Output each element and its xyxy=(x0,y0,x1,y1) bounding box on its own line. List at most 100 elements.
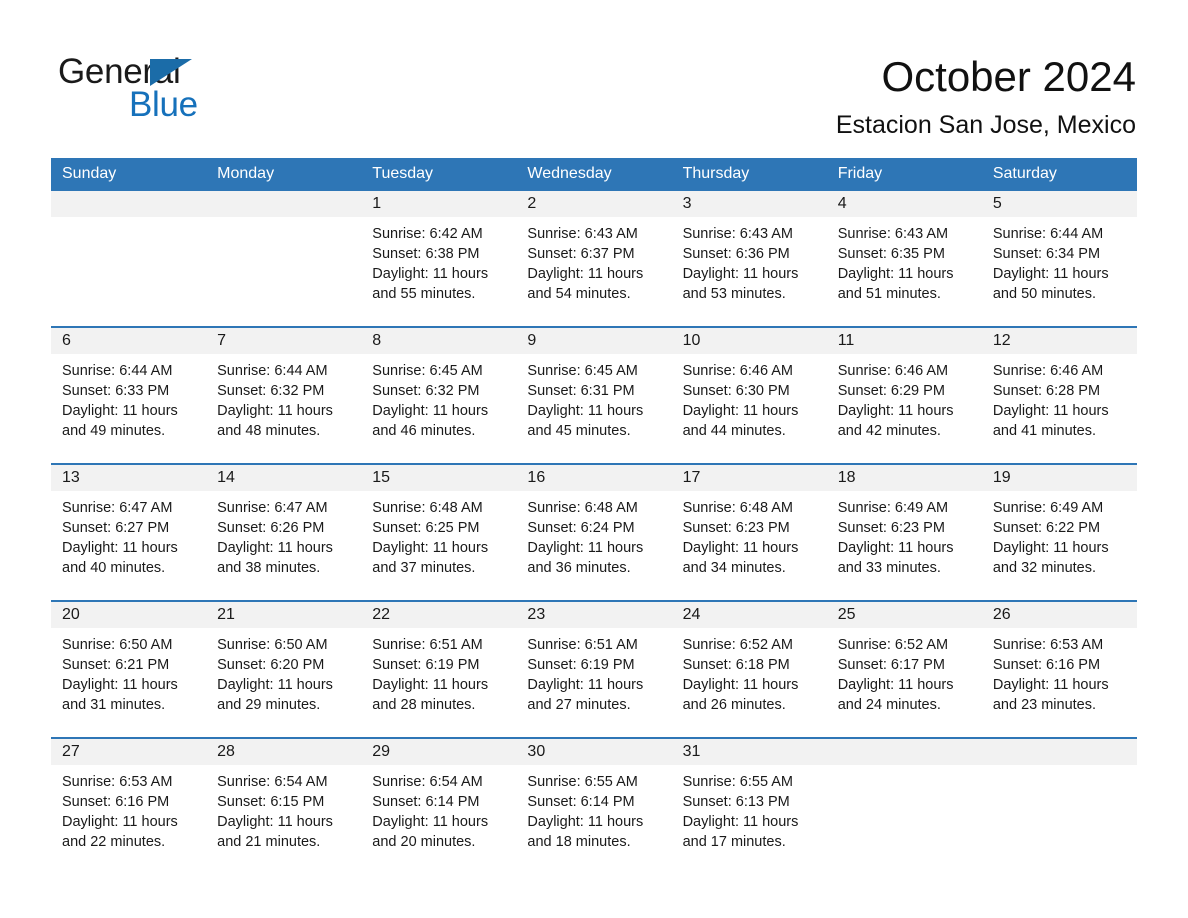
day-details: Sunrise: 6:45 AM Sunset: 6:32 PM Daylight:… xyxy=(361,354,516,441)
sunset-text: Sunset: 6:21 PM xyxy=(62,657,170,673)
calendar-week-row: 20 Sunrise: 6:50 AM Sunset: 6:21 PM Dayligh… xyxy=(51,600,1137,738)
day-details: Sunrise: 6:43 AM Sunset: 6:35 PM Daylight:… xyxy=(827,217,982,304)
calendar-day-cell[interactable]: 23 Sunrise: 6:51 AM Sunset: 6:19 PM Dayligh… xyxy=(516,600,672,738)
daylight-text: Daylight: 11 hours and 46 minutes. xyxy=(372,403,489,439)
sunrise-text: Sunrise: 6:51 AM xyxy=(372,637,483,653)
sunrise-text: Sunrise: 6:43 AM xyxy=(527,226,638,242)
calendar-day-cell[interactable]: 13 Sunrise: 6:47 AM Sunset: 6:27 PM Dayligh… xyxy=(51,463,207,601)
sunrise-text: Sunrise: 6:55 AM xyxy=(527,774,638,790)
calendar-day-cell[interactable]: 15 Sunrise: 6:48 AM Sunset: 6:25 PM Dayligh… xyxy=(361,463,517,601)
sunrise-text: Sunrise: 6:49 AM xyxy=(837,500,949,516)
calendar-day-cell[interactable]: 19 Sunrise: 6:49 AM Sunset: 6:22 PM Dayligh… xyxy=(981,463,1137,601)
daylight-text: Daylight: 11 hours and 54 minutes. xyxy=(527,266,644,302)
day-number: 19 xyxy=(981,465,1137,491)
sunset-text: Sunset: 6:16 PM xyxy=(992,657,1101,673)
page-title: October 2024 xyxy=(881,53,1136,100)
logo-text-blue: Blue xyxy=(129,85,198,124)
day-number: 17 xyxy=(671,465,827,491)
calendar-day-cell[interactable]: 1 Sunrise: 6:42 AM Sunset: 6:38 PM Daylight… xyxy=(361,191,517,327)
sunrise-text: Sunrise: 6:44 AM xyxy=(62,363,173,379)
day-details: Sunrise: 6:55 AM Sunset: 6:14 PM Daylight:… xyxy=(516,765,671,852)
day-number: 18 xyxy=(826,465,982,491)
sunset-text: Sunset: 6:25 PM xyxy=(372,520,480,536)
calendar-page: General Blue October 2024 Estacion San J… xyxy=(0,0,1188,918)
day-cell-inner: 3 Sunrise: 6:43 AM Sunset: 6:36 PM Daylight… xyxy=(671,191,827,326)
sunrise-text: Sunrise: 6:54 AM xyxy=(217,774,328,790)
day-number: 9 xyxy=(516,328,672,354)
day-details: Sunrise: 6:52 AM Sunset: 6:18 PM Daylight:… xyxy=(672,628,827,715)
sunset-text: Sunset: 6:13 PM xyxy=(682,794,790,810)
calendar-day-cell[interactable]: 9 Sunrise: 6:45 AM Sunset: 6:31 PM Daylight… xyxy=(516,326,672,464)
calendar-body: 1 Sunrise: 6:42 AM Sunset: 6:38 PM Daylight… xyxy=(51,191,1137,874)
calendar-day-cell[interactable]: 6 Sunrise: 6:44 AM Sunset: 6:33 PM Daylight… xyxy=(51,326,207,464)
calendar-day-cell[interactable]: 20 Sunrise: 6:50 AM Sunset: 6:21 PM Dayligh… xyxy=(51,600,207,738)
calendar-day-cell[interactable]: 12 Sunrise: 6:46 AM Sunset: 6:28 PM Dayligh… xyxy=(981,326,1137,464)
calendar-day-cell[interactable]: 27 Sunrise: 6:53 AM Sunset: 6:16 PM Dayligh… xyxy=(51,737,207,874)
calendar-week-row: 27 Sunrise: 6:53 AM Sunset: 6:16 PM Dayligh… xyxy=(51,737,1137,874)
sunrise-text: Sunrise: 6:48 AM xyxy=(682,500,793,516)
calendar-day-cell[interactable]: 2 Sunrise: 6:43 AM Sunset: 6:37 PM Daylight… xyxy=(516,191,672,327)
calendar-day-cell[interactable]: 14 Sunrise: 6:47 AM Sunset: 6:26 PM Dayligh… xyxy=(206,463,362,601)
calendar-day-cell[interactable]: 18 Sunrise: 6:49 AM Sunset: 6:23 PM Dayligh… xyxy=(826,463,982,601)
day-number xyxy=(826,739,982,765)
calendar-day-cell[interactable]: 29 Sunrise: 6:54 AM Sunset: 6:14 PM Dayligh… xyxy=(361,737,517,874)
calendar-day-cell[interactable]: 3 Sunrise: 6:43 AM Sunset: 6:36 PM Daylight… xyxy=(671,191,827,327)
day-number: 23 xyxy=(516,602,672,628)
daylight-text: Daylight: 11 hours and 32 minutes. xyxy=(992,540,1109,576)
day-number: 10 xyxy=(671,328,827,354)
sunset-text: Sunset: 6:20 PM xyxy=(217,657,325,673)
day-details: Sunrise: 6:53 AM Sunset: 6:16 PM Daylight:… xyxy=(982,628,1137,715)
day-cell-inner: 25 Sunrise: 6:52 AM Sunset: 6:17 PM Dayligh… xyxy=(826,602,982,737)
calendar-day-cell[interactable]: 8 Sunrise: 6:45 AM Sunset: 6:32 PM Daylight… xyxy=(361,326,517,464)
daylight-text: Daylight: 11 hours and 29 minutes. xyxy=(217,677,333,713)
day-details: Sunrise: 6:54 AM Sunset: 6:15 PM Daylight:… xyxy=(206,765,361,852)
calendar-day-cell[interactable]: 31 Sunrise: 6:55 AM Sunset: 6:13 PM Dayligh… xyxy=(671,737,827,874)
sunset-text: Sunset: 6:33 PM xyxy=(62,383,170,399)
day-details: Sunrise: 6:46 AM Sunset: 6:28 PM Daylight:… xyxy=(982,354,1137,441)
calendar: Sunday Monday Tuesday Wednesday Thursday… xyxy=(51,158,1137,874)
sunrise-text: Sunrise: 6:46 AM xyxy=(682,363,793,379)
calendar-day-cell[interactable]: 25 Sunrise: 6:52 AM Sunset: 6:17 PM Dayligh… xyxy=(826,600,982,738)
calendar-day-cell[interactable]: 4 Sunrise: 6:43 AM Sunset: 6:35 PM Daylight… xyxy=(826,191,982,327)
day-details: Sunrise: 6:44 AM Sunset: 6:33 PM Daylight:… xyxy=(51,354,206,441)
day-cell-inner: 17 Sunrise: 6:48 AM Sunset: 6:23 PM Dayligh… xyxy=(671,465,827,600)
sunset-text: Sunset: 6:34 PM xyxy=(992,246,1101,262)
calendar-day-cell[interactable]: 11 Sunrise: 6:46 AM Sunset: 6:29 PM Dayligh… xyxy=(826,326,982,464)
calendar-day-cell[interactable]: 22 Sunrise: 6:51 AM Sunset: 6:19 PM Dayligh… xyxy=(361,600,517,738)
sunset-text: Sunset: 6:35 PM xyxy=(837,246,945,262)
calendar-day-cell[interactable]: 7 Sunrise: 6:44 AM Sunset: 6:32 PM Daylight… xyxy=(206,326,362,464)
sunrise-text: Sunrise: 6:54 AM xyxy=(372,774,483,790)
day-details: Sunrise: 6:50 AM Sunset: 6:20 PM Daylight:… xyxy=(206,628,361,715)
calendar-day-cell[interactable]: 17 Sunrise: 6:48 AM Sunset: 6:23 PM Dayligh… xyxy=(671,463,827,601)
calendar-empty-cell xyxy=(51,191,207,327)
calendar-day-cell[interactable]: 5 Sunrise: 6:44 AM Sunset: 6:34 PM Daylight… xyxy=(981,191,1137,327)
calendar-day-cell[interactable]: 24 Sunrise: 6:52 AM Sunset: 6:18 PM Dayligh… xyxy=(671,600,827,738)
calendar-day-cell[interactable]: 16 Sunrise: 6:48 AM Sunset: 6:24 PM Dayligh… xyxy=(516,463,672,601)
sunrise-text: Sunrise: 6:47 AM xyxy=(217,500,328,516)
general-blue-logo[interactable]: General Blue xyxy=(58,52,388,130)
daylight-text: Daylight: 11 hours and 34 minutes. xyxy=(682,540,799,576)
sunset-text: Sunset: 6:37 PM xyxy=(527,246,635,262)
day-number: 30 xyxy=(516,739,672,765)
sunrise-text: Sunrise: 6:50 AM xyxy=(217,637,328,653)
calendar-day-cell[interactable]: 21 Sunrise: 6:50 AM Sunset: 6:20 PM Dayligh… xyxy=(206,600,362,738)
location-subtitle: Estacion San Jose, Mexico xyxy=(835,111,1136,139)
day-number: 31 xyxy=(671,739,827,765)
day-cell-inner: 24 Sunrise: 6:52 AM Sunset: 6:18 PM Dayligh… xyxy=(671,602,827,737)
calendar-day-cell[interactable]: 28 Sunrise: 6:54 AM Sunset: 6:15 PM Dayligh… xyxy=(206,737,362,874)
day-cell-inner xyxy=(981,739,1137,874)
day-number: 13 xyxy=(51,465,207,491)
day-details: Sunrise: 6:52 AM Sunset: 6:17 PM Daylight:… xyxy=(827,628,982,715)
weekday-header-monday: Monday xyxy=(206,158,362,191)
day-number: 3 xyxy=(671,191,827,217)
daylight-text: Daylight: 11 hours and 45 minutes. xyxy=(527,403,644,439)
weekday-header-saturday: Saturday xyxy=(981,158,1137,191)
sunset-text: Sunset: 6:38 PM xyxy=(372,246,480,262)
daylight-text: Daylight: 11 hours and 20 minutes. xyxy=(372,814,489,850)
calendar-day-cell[interactable]: 10 Sunrise: 6:46 AM Sunset: 6:30 PM Dayligh… xyxy=(671,326,827,464)
calendar-day-cell[interactable]: 26 Sunrise: 6:53 AM Sunset: 6:16 PM Dayligh… xyxy=(981,600,1137,738)
day-cell-inner: 16 Sunrise: 6:48 AM Sunset: 6:24 PM Dayligh… xyxy=(516,465,672,600)
calendar-day-cell[interactable]: 30 Sunrise: 6:55 AM Sunset: 6:14 PM Dayligh… xyxy=(516,737,672,874)
day-number: 11 xyxy=(826,328,982,354)
sunset-text: Sunset: 6:27 PM xyxy=(62,520,170,536)
